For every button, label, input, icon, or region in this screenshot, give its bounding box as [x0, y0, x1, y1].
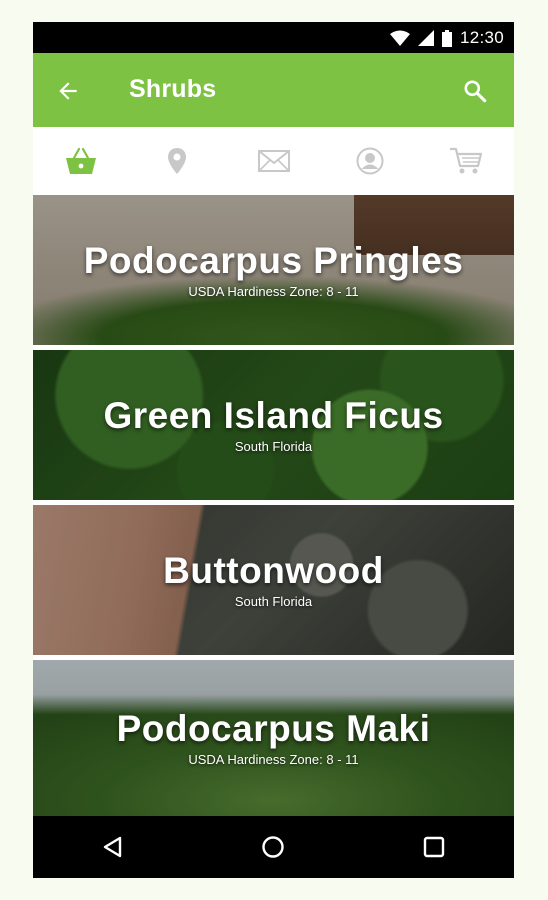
- page-title: Shrubs: [129, 75, 217, 103]
- plant-card[interactable]: Buttonwood South Florida: [33, 505, 514, 655]
- plant-name: Buttonwood: [163, 549, 384, 591]
- back-button[interactable]: [55, 78, 81, 104]
- tab-messages[interactable]: [225, 127, 321, 195]
- plant-card[interactable]: Podocarpus Pringles USDA Hardiness Zone:…: [33, 195, 514, 345]
- phone-screen: 12:30 Shrubs Podocarpus Pringles USDA Ha…: [33, 22, 514, 878]
- wifi-icon: [389, 30, 410, 46]
- profile-icon: [356, 147, 384, 175]
- arrow-back-icon: [59, 82, 77, 100]
- plant-name: Podocarpus Pringles: [83, 239, 464, 281]
- circle-home-icon: [262, 836, 285, 858]
- nav-home-button[interactable]: [243, 827, 303, 867]
- plant-card[interactable]: Podocarpus Maki USDA Hardiness Zone: 8 -…: [33, 660, 514, 816]
- nav-recents-button[interactable]: [404, 827, 464, 867]
- nav-back-button[interactable]: [83, 827, 143, 867]
- tab-cart[interactable]: [418, 127, 514, 195]
- cart-icon: [449, 147, 483, 174]
- plant-subtitle: USDA Hardiness Zone: 8 - 11: [188, 751, 359, 767]
- search-icon: [464, 80, 487, 103]
- system-nav-bar: [33, 816, 514, 878]
- plant-card[interactable]: Green Island Ficus South Florida: [33, 350, 514, 500]
- triangle-back-icon: [103, 836, 122, 858]
- tab-bar: [33, 127, 514, 196]
- status-time: 12:30: [459, 28, 504, 47]
- plant-list: Podocarpus Pringles USDA Hardiness Zone:…: [33, 195, 514, 816]
- status-bar: 12:30: [33, 22, 514, 53]
- plant-name: Green Island Ficus: [103, 394, 444, 436]
- mail-icon: [257, 150, 290, 172]
- battery-icon: [441, 29, 452, 47]
- tab-locations[interactable]: [129, 127, 225, 195]
- status-icons: 12:30: [389, 28, 504, 48]
- signal-icon: [417, 30, 434, 46]
- tab-profile[interactable]: [322, 127, 418, 195]
- plant-subtitle: USDA Hardiness Zone: 8 - 11: [188, 283, 359, 299]
- plant-name: Podocarpus Maki: [116, 707, 431, 749]
- square-recents-icon: [423, 836, 445, 858]
- app-bar: Shrubs: [33, 53, 514, 127]
- location-pin-icon: [168, 148, 187, 174]
- plant-subtitle: South Florida: [234, 438, 313, 454]
- tab-shop[interactable]: [33, 127, 129, 195]
- basket-icon: [66, 147, 97, 174]
- plant-subtitle: South Florida: [234, 593, 313, 609]
- search-button[interactable]: [462, 78, 488, 104]
